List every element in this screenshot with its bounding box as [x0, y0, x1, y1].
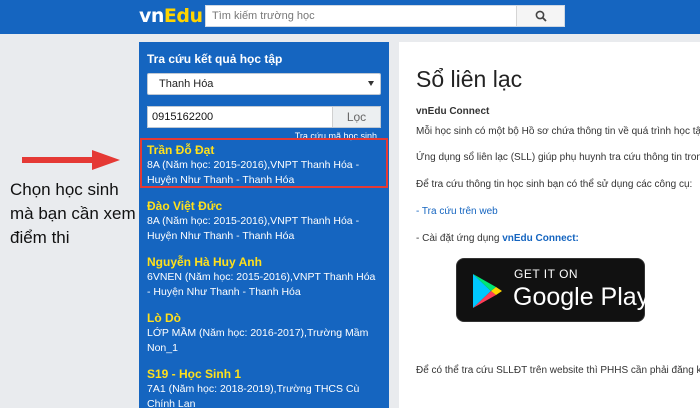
logo-vn-text: vn [139, 5, 164, 27]
student-name: Nguyễn Hà Huy Anh [147, 255, 262, 269]
phone-input[interactable] [148, 107, 328, 127]
chevron-down-icon [368, 81, 374, 86]
student-item[interactable]: S19 - Học Sinh 1 7A1 (Năm học: 2018-2019… [139, 363, 389, 408]
student-name: S19 - Học Sinh 1 [147, 367, 242, 381]
student-name: Trần Đỗ Đạt [147, 143, 215, 157]
red-arrow-icon [22, 150, 120, 170]
web-lookup-link[interactable]: - Tra cứu trên web [416, 206, 498, 217]
description-line-3: Để tra cứu thông tin học sinh bạn có thể… [416, 179, 693, 190]
description-line-1: Mỗi học sinh có một bộ Hồ sơ chứa thông … [416, 126, 700, 137]
lookup-title: Tra cứu kết quả học tập [147, 52, 283, 66]
student-name: Đào Việt Đức [147, 199, 223, 213]
vnedu-logo[interactable]: vnEdu [139, 5, 203, 29]
student-name: Lò Dò [147, 311, 181, 325]
contact-book-title: Sổ liên lạc [416, 66, 523, 92]
lookup-panel: Tra cứu kết quả học tập Thanh Hóa Lọc Tr… [139, 42, 389, 408]
registration-note: Để có thể tra cứu SLLĐT trên website thì… [416, 365, 700, 376]
student-item[interactable]: Trần Đỗ Đạt 8A (Năm học: 2015-2016),VNPT… [140, 138, 388, 188]
google-play-badge[interactable]: GET IT ON Google Play [456, 258, 649, 322]
top-navigation-bar: vnEdu [0, 0, 700, 34]
student-info: LỚP MẦM (Năm học: 2016-2017),Trường Mầm … [147, 327, 369, 354]
student-item[interactable]: Lò Dò LỚP MẦM (Năm học: 2016-2017),Trườn… [139, 307, 389, 355]
school-search-input[interactable] [206, 6, 506, 26]
install-app-line: - Cài đặt ứng dụng vnEdu Connect: [416, 233, 579, 244]
description-line-2: Ứng dụng sổ liên lạc (SLL) giúp phụ huyn… [416, 152, 700, 163]
filter-button[interactable]: Lọc [332, 107, 380, 127]
search-button[interactable] [516, 6, 564, 26]
app-name: vnEdu Connect: [502, 233, 579, 244]
student-info: 6VNEN (Năm học: 2015-2016),VNPT Thanh Hó… [147, 271, 376, 298]
install-prefix: - Cài đặt ứng dụng [416, 233, 503, 244]
province-select[interactable]: Thanh Hóa [147, 73, 381, 95]
google-play-big-text: Google Play [513, 283, 650, 311]
province-selected-value: Thanh Hóa [159, 78, 214, 90]
google-play-small-text: GET IT ON [514, 267, 579, 281]
student-info: 8A (Năm học: 2015-2016),VNPT Thanh Hóa -… [147, 159, 360, 186]
student-item[interactable]: Đào Việt Đức 8A (Năm học: 2015-2016),VNP… [139, 195, 389, 243]
search-icon [535, 10, 547, 22]
google-play-icon [473, 274, 502, 308]
contact-book-panel: Sổ liên lạc vnEdu Connect Mỗi học sinh c… [399, 42, 700, 408]
logo-edu-text: Edu [163, 5, 203, 27]
student-info: 7A1 (Năm học: 2018-2019),Trường THCS Cù … [147, 383, 360, 408]
school-search [205, 5, 565, 27]
phone-search: Lọc [147, 106, 381, 128]
student-item[interactable]: Nguyễn Hà Huy Anh 6VNEN (Năm học: 2015-2… [139, 251, 389, 299]
student-list: Trần Đỗ Đạt 8A (Năm học: 2015-2016),VNPT… [139, 138, 389, 408]
contact-book-subtitle: vnEdu Connect [416, 106, 490, 117]
annotation-text: Chọn học sinh mà bạn cần xem điểm thi [10, 180, 136, 247]
student-info: 8A (Năm học: 2015-2016),VNPT Thanh Hóa -… [147, 215, 360, 242]
